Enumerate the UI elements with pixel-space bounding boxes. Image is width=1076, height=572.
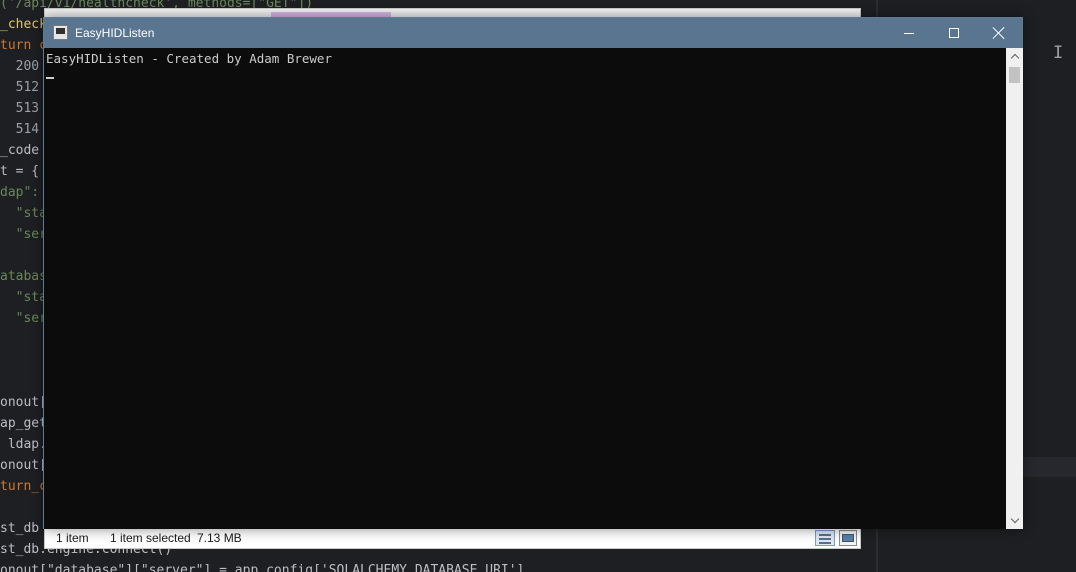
console-app-icon[interactable] [53,25,68,40]
code-line: onout[ [0,395,47,410]
code-line: _code [0,143,40,158]
code-line: t = { [0,164,40,179]
code-line: _check [0,17,47,32]
vertical-scrollbar[interactable] [1006,48,1023,529]
minimize-button[interactable] [886,18,932,48]
explorer-status-bar: 1 item 1 item selected 7.13 MB [45,527,860,548]
status-selected-size: 7.13 MB [197,531,242,545]
console-output[interactable]: EasyHIDListen - Created by Adam Brewer [44,48,1006,529]
code-line: "ser [0,311,47,326]
code-line: st_db [0,521,40,536]
scroll-down-button[interactable] [1006,512,1023,529]
code-line: 514 [0,122,40,137]
code-line: turn c [0,38,47,53]
status-selected-count: 1 item selected [110,531,191,545]
code-line: "sta [0,206,47,221]
code-line: "sta [0,290,47,305]
window-titlebar[interactable]: EasyHIDListen [44,18,1022,48]
code-line: 512 [0,80,40,95]
large-icons-view-icon[interactable] [839,530,857,546]
maximize-icon [949,28,959,38]
scroll-thumb[interactable] [1009,67,1020,83]
minimize-icon [904,32,914,34]
code-line: ldap. [0,437,47,452]
status-item-count: 1 item [56,531,89,545]
chevron-down-icon [1010,514,1019,524]
console-caret [46,77,54,79]
scroll-up-button[interactable] [1006,48,1023,65]
code-line: dap": [0,185,40,200]
current-line-highlight [1022,457,1076,477]
code-line: atabas [0,269,47,284]
console-output-line: EasyHIDListen - Created by Adam Brewer [46,51,332,66]
code-line: 513 [0,101,40,116]
maximize-button[interactable] [931,18,977,48]
details-view-icon[interactable] [815,530,835,546]
code-line: onout[ [0,458,47,473]
text-cursor-icon: I [1053,43,1064,63]
window-title: EasyHIDListen [75,26,155,40]
code-line: 200 [0,59,40,74]
close-icon [993,27,1005,39]
chevron-up-icon [1010,53,1019,63]
code-line: "ser [0,227,47,242]
code-line: turn_c [0,479,47,494]
close-button[interactable] [976,18,1022,48]
code-line: onout["database"]["server"] = app.config… [0,563,525,572]
code-line: ap_get [0,416,47,431]
console-window[interactable]: EasyHIDListen EasyHIDListen - Created by… [43,17,1023,529]
